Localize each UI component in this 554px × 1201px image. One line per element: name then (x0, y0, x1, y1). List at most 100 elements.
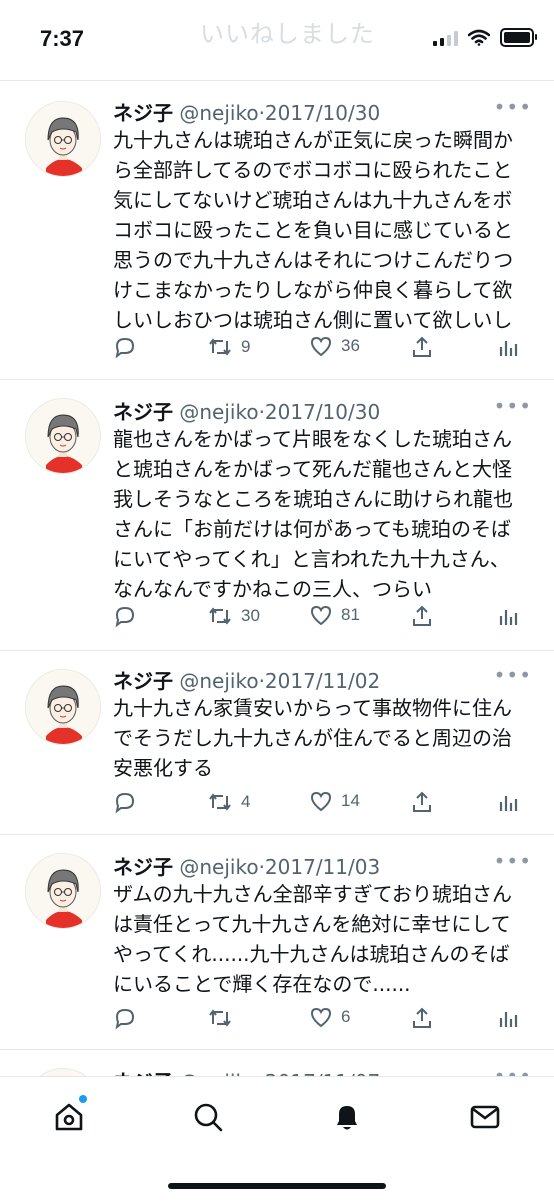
share-button[interactable] (411, 1006, 433, 1030)
retweet-icon (209, 607, 231, 625)
author-name[interactable]: ネジ子 (113, 855, 173, 879)
home-indicator[interactable] (168, 1183, 386, 1189)
tweet-line: にいてやってくれ」と言われた九十九さん、 (113, 547, 510, 571)
reply-icon (115, 792, 135, 814)
share-button[interactable] (411, 604, 433, 628)
avatar[interactable] (25, 669, 101, 745)
author-handle[interactable]: @nejiko (179, 855, 258, 879)
author-handle[interactable]: @nejiko (179, 669, 258, 693)
like-button[interactable]: 36 (309, 335, 360, 357)
faded-header-title: いいねしました (200, 20, 375, 48)
home-icon (55, 1103, 83, 1131)
avatar-illustration (26, 854, 100, 928)
analytics-button[interactable] (497, 335, 519, 359)
tweet-line: 九十九さん家賃安いからって事故物件に住ん (113, 696, 512, 720)
analytics-icon (499, 1012, 518, 1027)
more-options-icon[interactable]: ••• (494, 394, 532, 418)
retweet-count: 9 (241, 337, 251, 356)
analytics-button[interactable] (497, 790, 519, 814)
tweet[interactable]: ネジ子 @nejiko·2017/11/02 ••• 九十九さん家賃安いからって… (0, 651, 554, 835)
retweet-icon (209, 1009, 231, 1027)
tweet-actions: 4 14 (113, 790, 523, 814)
tweet-date[interactable]: 2017/11/02 (265, 669, 380, 693)
notifications-icon (337, 1106, 357, 1130)
tweet[interactable]: ネジ子 @nejiko·2017/10/30 ••• 龍也さんをかばって片眼をな… (0, 380, 554, 651)
author-handle[interactable]: @nejiko (179, 101, 258, 125)
reply-button[interactable] (113, 335, 137, 359)
tweet-actions: 6 (113, 1006, 523, 1030)
nav-home[interactable] (49, 1095, 89, 1137)
tweet-date[interactable]: 2017/10/30 (265, 101, 380, 125)
status-time: 7:37 (40, 26, 85, 51)
tweet-date[interactable]: 2017/11/03 (265, 855, 380, 879)
tweet-line: しいしおひつは琥珀さん側に置いて欲しいし (113, 308, 513, 332)
like-button[interactable]: 6 (309, 1006, 350, 1028)
reply-icon (115, 337, 135, 359)
battery-icon (500, 28, 537, 47)
tweet-feed: ネジ子 @nejiko·2017/10/30 ••• 九十九さんは琥珀さんが正気… (0, 81, 554, 1170)
nav-search[interactable] (188, 1097, 228, 1137)
tweet-line: コボコに殴ったことを負い目に感じていると (113, 218, 513, 242)
like-count: 81 (341, 605, 360, 624)
messages-icon (470, 1105, 500, 1129)
tweet-line: 九十九さんは琥珀さんが正気に戻った瞬間か (113, 128, 513, 152)
tweet-header: ネジ子 @nejiko·2017/11/02 (113, 665, 380, 694)
analytics-button[interactable] (497, 1006, 519, 1030)
nav-notifications[interactable] (327, 1097, 367, 1137)
nav-messages[interactable] (465, 1097, 505, 1137)
avatar[interactable] (25, 853, 101, 929)
retweet-button[interactable]: 30 (207, 604, 260, 628)
analytics-button[interactable] (497, 604, 519, 628)
share-button[interactable] (411, 335, 433, 359)
tweet-line: にいることで輝く存在なので...... (113, 972, 411, 996)
tweet-line: は責任とって九十九さんを絶対に幸せにして (113, 912, 511, 936)
tweet-text: 九十九さんは琥珀さんが正気に戻った瞬間か ら全部許してるのでボコボコに殴られたこ… (113, 125, 533, 335)
tweet-line: さんに「お前だけは何があっても琥珀のそば (113, 517, 511, 541)
like-button[interactable]: 81 (309, 604, 360, 626)
reply-icon (115, 606, 135, 628)
more-options-icon[interactable]: ••• (494, 95, 532, 119)
status-bar: 7:37 いいねしました (0, 0, 554, 81)
retweet-button[interactable] (207, 1006, 241, 1030)
reply-button[interactable] (113, 790, 137, 814)
more-options-icon[interactable]: ••• (494, 849, 532, 873)
like-count: 14 (341, 791, 360, 810)
tweet-text: 龍也さんをかばって片眼をなくした琥珀さん と琥珀さんをかばって死んだ龍也さんと大… (113, 424, 533, 604)
tweet-line: 思うので九十九さんはそれにつけこんだりつ (113, 248, 514, 272)
tweet-line: けこまなかったりしながら仲良く暮らして欲 (113, 278, 513, 302)
analytics-icon (499, 610, 518, 625)
avatar-illustration (26, 102, 100, 176)
author-name[interactable]: ネジ子 (113, 101, 173, 125)
avatar[interactable] (25, 398, 101, 474)
like-count: 6 (341, 1007, 351, 1026)
avatar-illustration (26, 670, 100, 744)
tweet-line: 安悪化する (113, 756, 213, 780)
analytics-icon (499, 796, 518, 811)
home-notification-dot (79, 1095, 87, 1103)
reply-icon (115, 1008, 135, 1030)
author-name[interactable]: ネジ子 (113, 400, 173, 424)
avatar[interactable] (25, 101, 101, 177)
tweet[interactable]: ネジ子 @nejiko·2017/10/30 ••• 九十九さんは琥珀さんが正気… (0, 81, 554, 380)
retweet-button[interactable]: 9 (207, 335, 250, 359)
tweet-text: 九十九さん家賃安いからって事故物件に住ん でそうだし九十九さんが住んでると周辺の… (113, 693, 533, 783)
author-handle[interactable]: @nejiko (179, 400, 258, 424)
retweet-button[interactable]: 4 (207, 790, 250, 814)
avatar-illustration (26, 399, 100, 473)
tweet-line: ザムの九十九さん全部辛すぎており琥珀さん (113, 882, 512, 906)
cellular-signal-icon (433, 30, 458, 46)
like-icon (310, 336, 332, 357)
tweet-line: 気にしてないけど琥珀さんは九十九さんをボ (113, 188, 513, 212)
tweet[interactable]: ネジ子 @nejiko·2017/11/03 ••• ザムの九十九さん全部辛すぎ… (0, 835, 554, 1050)
like-icon (310, 1007, 332, 1028)
tweet-line: なんなんですかねこの三人、つらい (113, 577, 432, 601)
reply-button[interactable] (113, 1006, 137, 1030)
author-name[interactable]: ネジ子 (113, 669, 173, 693)
tweet-line: と琥珀さんをかばって死んだ龍也さんと大怪 (113, 457, 512, 481)
like-button[interactable]: 14 (309, 790, 360, 812)
tweet-date[interactable]: 2017/10/30 (265, 400, 380, 424)
reply-button[interactable] (113, 604, 137, 628)
share-button[interactable] (411, 790, 433, 814)
more-options-icon[interactable]: ••• (494, 663, 532, 687)
tweet-line: やってくれ......九十九さんは琥珀さんのそば (113, 942, 510, 966)
